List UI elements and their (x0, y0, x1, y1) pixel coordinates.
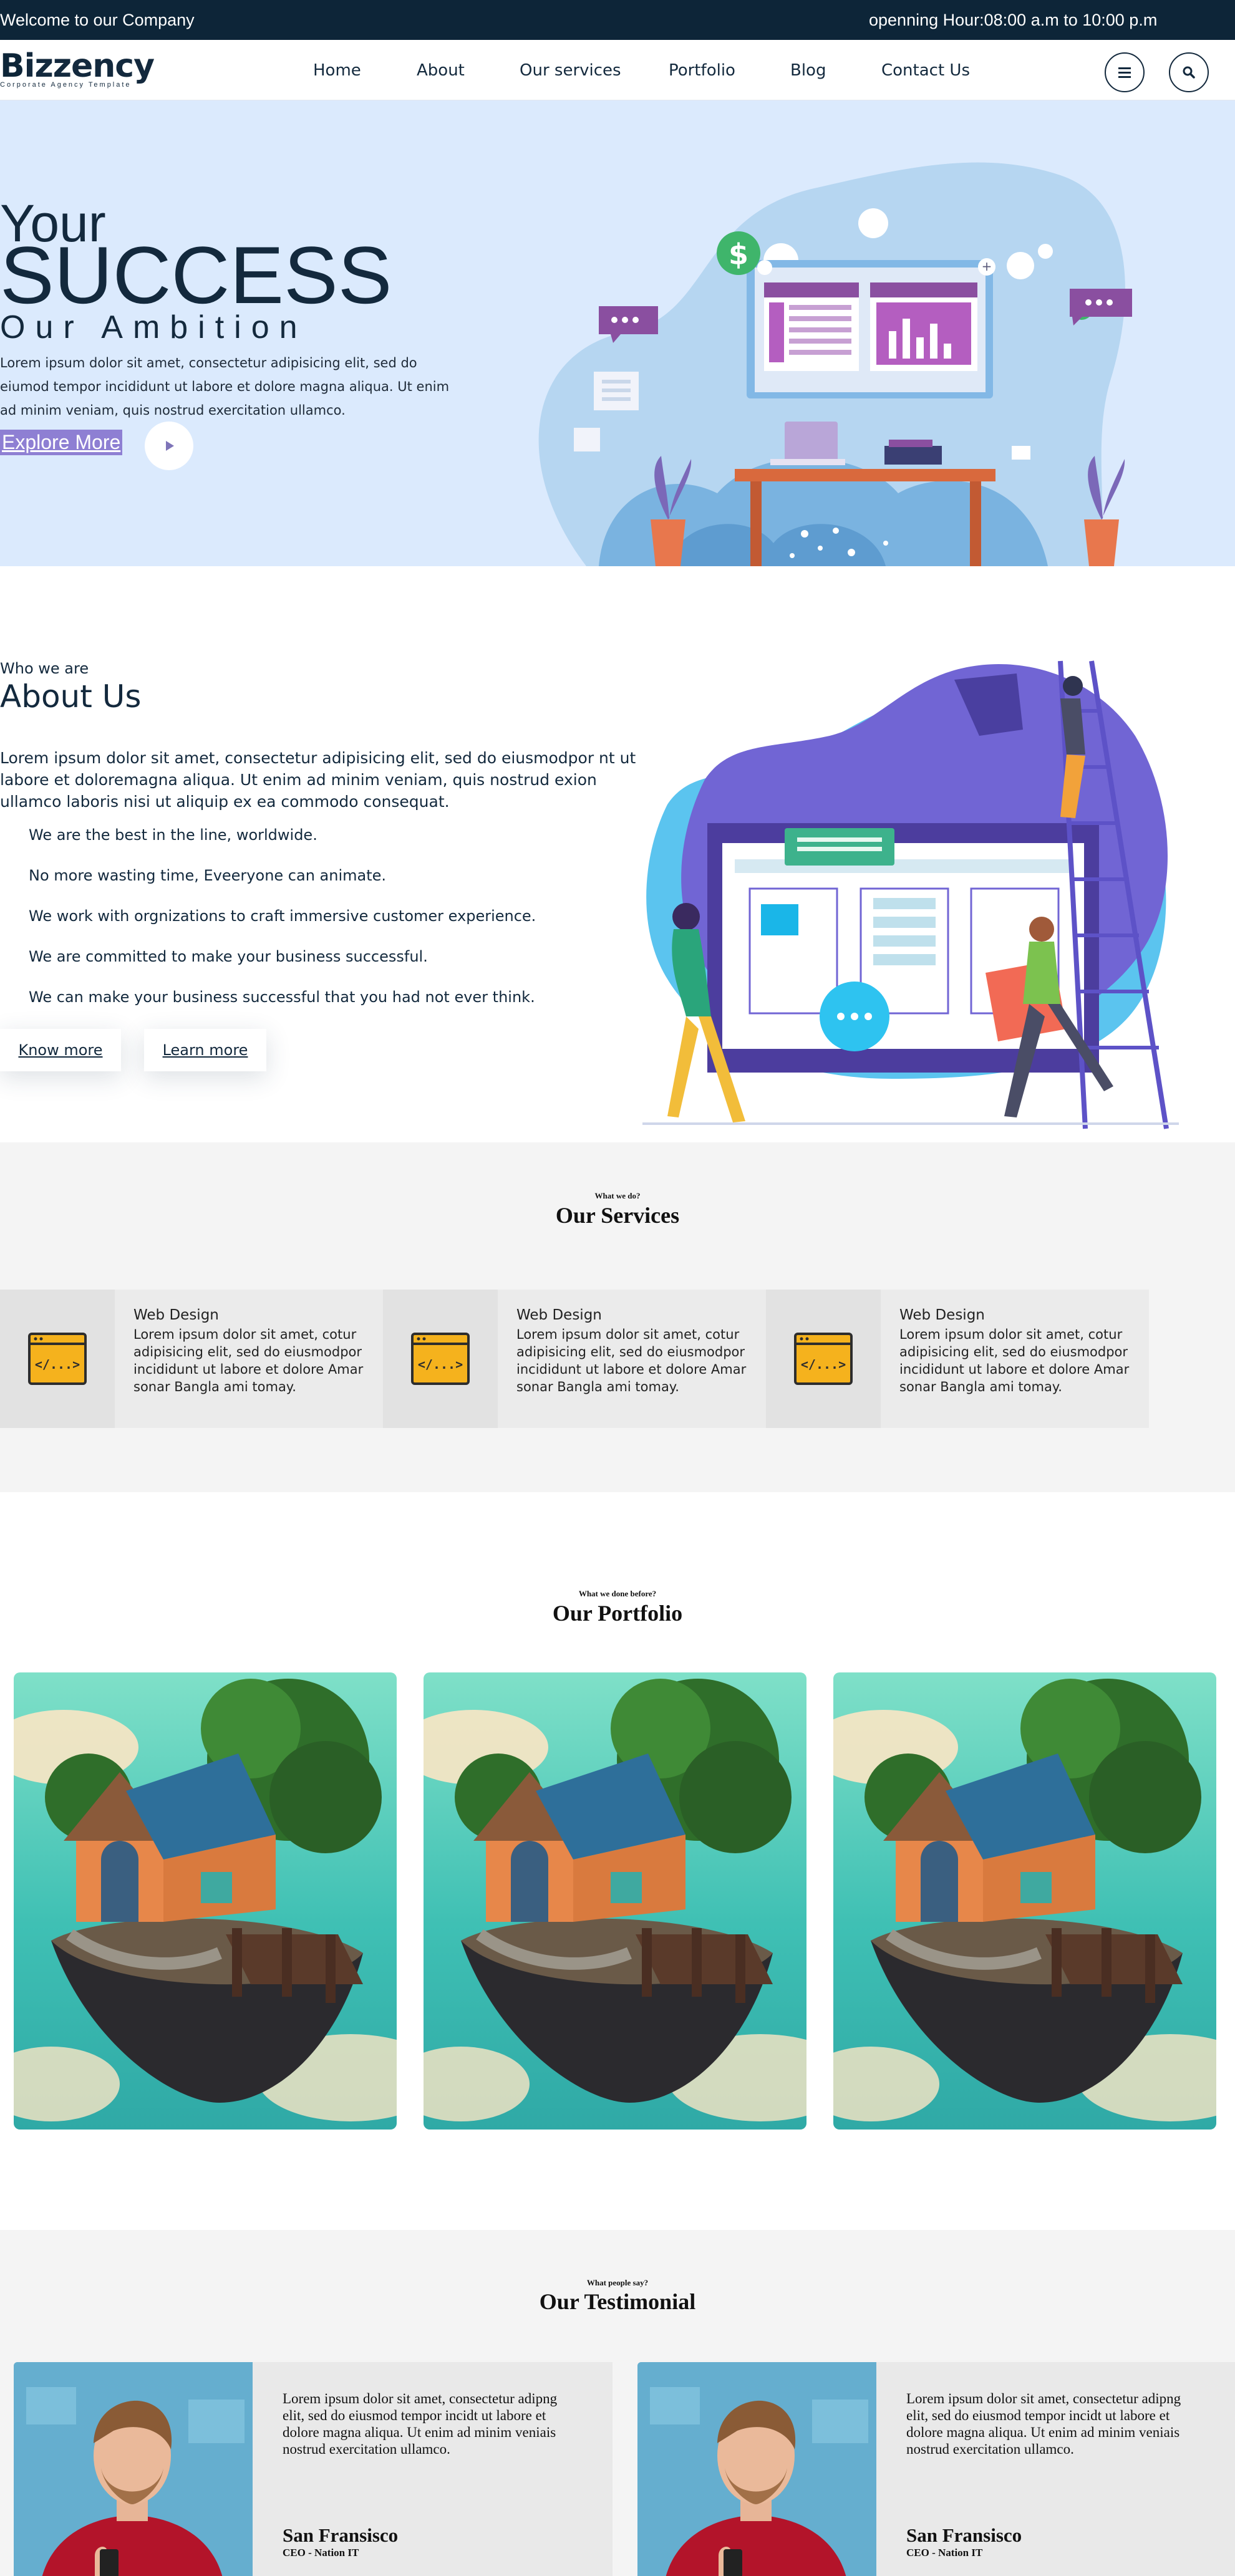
explore-more-button[interactable]: Explore More (0, 430, 123, 455)
testimonial-card: Lorem ipsum dolor sit amet, consectetur … (637, 2362, 1235, 2576)
services-title: Our Services (555, 1203, 680, 1228)
logo-text: izzency (24, 47, 155, 85)
service-description: Lorem ipsum dolor sit amet, cotur adipis… (899, 1327, 1130, 1394)
code-window-icon: </...> (794, 1333, 853, 1385)
svg-text:</...>: </...> (35, 1357, 80, 1372)
hero-workspace-illustration: + $ % (538, 162, 1132, 566)
testimonial-quote: Lorem ipsum dolor sit amet, consectetur … (906, 2391, 1181, 2457)
svg-text:</...>: </...> (801, 1357, 846, 1372)
play-video-button[interactable] (145, 422, 193, 470)
service-title: Web Design (899, 1307, 985, 1323)
portfolio-subtitle: What we done before? (578, 1589, 657, 1598)
nav-contact-us[interactable]: Contact Us (881, 61, 970, 80)
service-card[interactable]: </...> Web Design Lorem ipsum dolor sit … (766, 1290, 1149, 1428)
services-subtitle: What we do? (594, 1191, 641, 1200)
testimonial-body: Lorem ipsum dolor sit amet, consectetur … (253, 2362, 613, 2576)
testimonial-card: Lorem ipsum dolor sit amet, consectetur … (14, 2362, 613, 2576)
about-title: About Us (0, 678, 142, 715)
testimonial-name: San Fransisco (906, 2524, 1022, 2546)
hero-line-ambition: Our Ambition (0, 309, 308, 345)
nav-home[interactable]: Home (313, 61, 361, 80)
about-subtitle: Who we are (0, 660, 89, 677)
floating-island-house-image (424, 1672, 806, 2130)
service-card[interactable]: </...> Web Design Lorem ipsum dolor sit … (383, 1290, 766, 1428)
list-item: We can make your business successful tha… (29, 988, 535, 1006)
service-icon-box: </...> (383, 1290, 498, 1428)
logo[interactable]: Bizzency Corporate Agency Template (0, 47, 155, 89)
search-icon (1183, 66, 1195, 79)
testimonial-role: CEO - Nation IT (283, 2547, 359, 2559)
avatar (637, 2362, 876, 2576)
opening-hours-text: openning Hour:08:00 a.m to 10:00 p.m (869, 11, 1158, 29)
nav-about[interactable]: About (417, 61, 465, 80)
about-points-list: We are the best in the line, worldwide. … (29, 826, 536, 1029)
logo-tagline: Corporate Agency Template (0, 81, 132, 89)
hero-line-success: SUCCESS (0, 229, 392, 321)
portfolio-item[interactable] (424, 1672, 806, 2130)
list-item: We are the best in the line, worldwide. (29, 826, 317, 844)
hero-section: Your SUCCESS Our Ambition Lorem ipsum do… (0, 100, 1235, 566)
portfolio-item[interactable] (833, 1672, 1216, 2130)
learn-more-button[interactable]: Learn more (144, 1029, 266, 1071)
testimonial-role: CEO - Nation IT (906, 2547, 983, 2559)
play-icon (166, 441, 174, 451)
testimonial-quote: Lorem ipsum dolor sit amet, consectetur … (283, 2391, 558, 2457)
nav-blog[interactable]: Blog (790, 61, 826, 80)
nav-portfolio[interactable]: Portfolio (669, 61, 735, 80)
svg-text:</...>: </...> (418, 1357, 463, 1372)
know-more-button[interactable]: Know more (0, 1029, 121, 1071)
hero-description: Lorem ipsum dolor sit amet, consectetur … (0, 355, 450, 418)
service-icon-box: </...> (0, 1290, 115, 1428)
service-description: Lorem ipsum dolor sit amet, cotur adipis… (516, 1327, 747, 1394)
top-bar: Welcome to our Company openning Hour:08:… (0, 0, 1235, 40)
logo-wordmark: Bizzency (0, 47, 155, 85)
logo-letter: B (0, 47, 25, 85)
list-item: We work with orgnizations to craft immer… (29, 907, 536, 925)
service-card[interactable]: </...> Web Design Lorem ipsum dolor sit … (0, 1290, 383, 1428)
svg-text:+: + (982, 259, 992, 274)
testimonial-subtitle: What people say? (586, 2278, 649, 2287)
nav-our-services[interactable]: Our services (520, 61, 621, 80)
navbar: Bizzency Corporate Agency Template Home … (0, 40, 1235, 100)
testimonial-title: Our Testimonial (539, 2289, 696, 2314)
list-item: No more wasting time, Eveeryone can anim… (29, 867, 387, 884)
search-button[interactable] (1169, 52, 1209, 92)
dollar-symbol: $ (729, 238, 748, 271)
welcome-text: Welcome to our Company (0, 11, 195, 29)
avatar (14, 2362, 253, 2576)
about-team-puzzle-illustration (642, 660, 1179, 1129)
about-paragraph: Lorem ipsum dolor sit amet, consectetur … (0, 749, 636, 811)
portfolio-title: Our Portfolio (552, 1601, 683, 1626)
floating-island-house-image (833, 1672, 1216, 2130)
service-title: Web Design (516, 1307, 602, 1323)
code-window-icon: </...> (28, 1333, 87, 1385)
service-icon-box: </...> (766, 1290, 881, 1428)
list-item: We are committed to make your business s… (29, 948, 428, 965)
testimonial-name: San Fransisco (283, 2524, 399, 2546)
portfolio-item[interactable] (14, 1672, 397, 2130)
testimonial-body: Lorem ipsum dolor sit amet, consectetur … (876, 2362, 1235, 2576)
code-window-icon: </...> (411, 1333, 470, 1385)
floating-island-house-image (14, 1672, 397, 2130)
service-title: Web Design (133, 1307, 219, 1323)
hamburger-icon (1118, 67, 1131, 78)
menu-button[interactable] (1105, 52, 1145, 92)
service-description: Lorem ipsum dolor sit amet, cotur adipis… (133, 1327, 364, 1394)
